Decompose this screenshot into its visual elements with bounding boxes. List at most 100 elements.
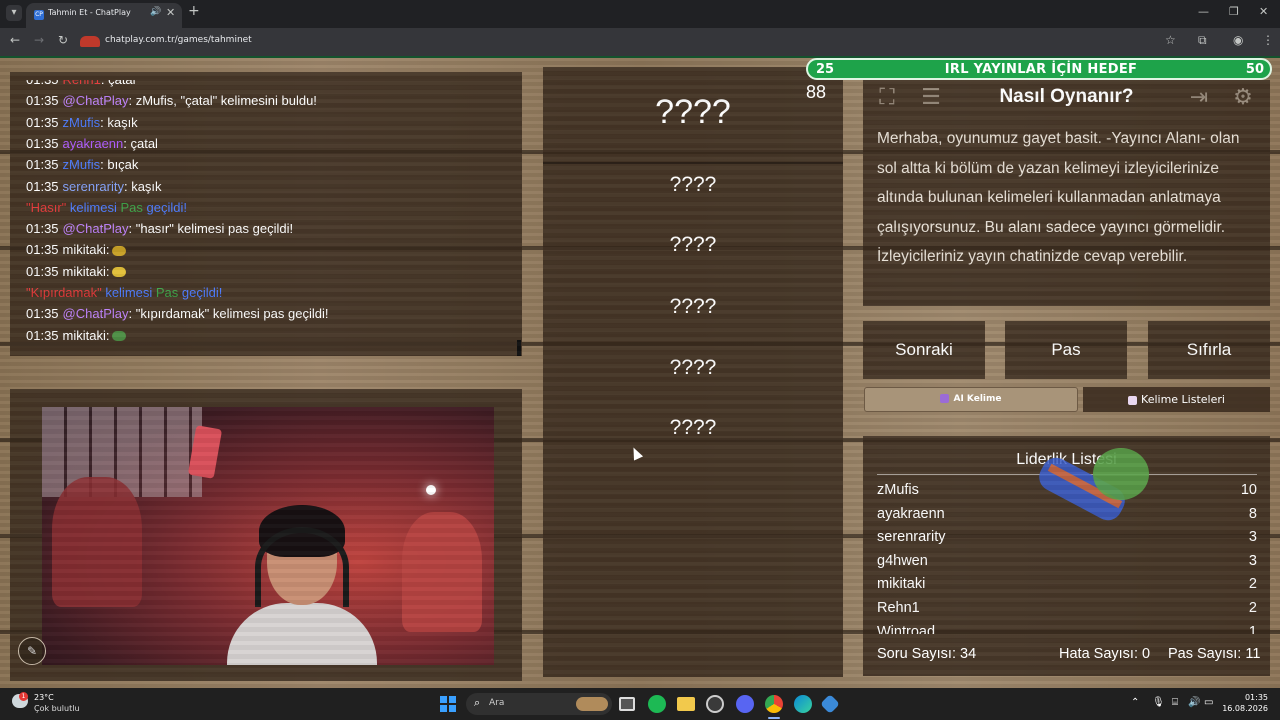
pass-count: Pas Sayısı: 11 [1168,646,1261,662]
chat-text: : "hasır" kelimesi pas geçildi! [128,221,294,237]
network-icon[interactable]: ⌸ [1172,697,1178,708]
chat-message: 01:35 @ChatPlay: "kıpırdamak" kelimesi pa… [26,306,328,327]
chrome-icon[interactable] [765,695,783,713]
chat-username[interactable]: zMufis [63,115,101,130]
game-stats: Soru Sayısı: 34 Hata Sayısı: 0 Pas Sayıs… [877,646,1261,666]
system-word: "Kıpırdamak" [26,285,102,300]
leaderboard-score: 2 [1248,600,1257,616]
browser-tab[interactable]: CP Tahmin Et - ChatPlay 🔊 ✕ [26,3,182,28]
chat-username[interactable]: @ChatPlay [63,306,129,321]
chat-text: : [105,327,110,343]
back-icon[interactable]: ← [10,33,20,47]
app-icon[interactable] [820,694,840,714]
new-tab-icon[interactable]: + [188,3,200,19]
chat-username[interactable]: @ChatPlay [63,221,129,236]
weather-desc[interactable]: Çok bulutlu [34,704,80,713]
minimize-icon[interactable]: — [1198,5,1209,18]
bookmark-star-icon[interactable]: ☆ [1165,33,1176,47]
ai-icon [940,394,950,403]
tab-ai-word[interactable]: AI Kelime [864,387,1078,412]
webcam-feed [42,407,494,665]
reload-icon[interactable]: ↻ [58,33,68,47]
chat-text: : "kıpırdamak" kelimesi pas geçildi! [128,306,329,322]
tab-word-lists-label: Kelime Listeleri [1141,393,1225,406]
leaderboard-name: zMufis [877,482,919,498]
chat-emote-icon [111,267,126,278]
chat-username[interactable]: mikitaki [63,328,106,343]
goal-target: 50 [1245,62,1264,77]
search-highlight-image[interactable] [576,697,608,711]
weather-temp[interactable]: 23°C [34,693,54,702]
spotify-icon[interactable] [648,695,666,713]
microphone-icon[interactable]: 🎙 [1152,697,1165,708]
tab-search-menu-icon[interactable]: ▾ [6,5,22,21]
tray-chevron-icon[interactable]: ⌃ [1131,697,1139,708]
battery-icon[interactable]: ▭ [1204,697,1213,708]
chat-text: : çatal [101,80,136,87]
task-view-icon[interactable] [619,697,635,711]
chat-scrollbar[interactable] [517,340,521,356]
chat-text: : zMufis, "çatal" kelimesini buldu! [128,93,317,109]
extensions-icon[interactable]: ⧉ [1198,33,1207,48]
taskbar-date[interactable]: 16.08.2026 [1222,704,1268,713]
file-explorer-icon[interactable] [677,697,695,711]
chat-emote-icon [111,245,126,256]
tab-word-lists[interactable]: Kelime Listeleri [1083,387,1270,412]
taskbar-time[interactable]: 01:35 [1238,693,1268,702]
profile-icon[interactable]: ◉ [1233,33,1243,47]
taboo-word: ???? [669,295,717,318]
chat-text: : [105,242,110,258]
goal-title: IRL YAYINLAR İÇİN HEDEF [944,62,1138,77]
chat-username[interactable]: mikitaki [63,242,106,257]
leaderboard-score: 10 [1240,482,1257,498]
settings-gear-icon[interactable]: ⚙ [1229,84,1257,112]
chat-message: 01:35 @ChatPlay: "hasır" kelimesi pas geç… [26,221,293,242]
github-icon[interactable] [706,695,724,713]
main-word: ???? [655,93,731,131]
speaker-icon[interactable]: 🔊 [150,7,161,17]
windows-start-icon[interactable] [440,696,456,712]
exit-icon[interactable]: ⇥ [1185,84,1213,112]
chat-username[interactable]: @ChatPlay [63,93,129,108]
next-button[interactable]: Sonraki [863,321,985,379]
leaderboard-row: mikitaki 2 [877,576,1257,600]
pepe-emote-icon [1034,442,1155,542]
taskbar-search[interactable]: ⌕ Ara [466,693,612,715]
taboo-word: ???? [669,173,717,196]
browser-navbar: ← → ↻ chatplay.com.tr/games/tahminet ☆ ⧉… [0,28,1280,56]
browser-tabbar: ▾ CP Tahmin Et - ChatPlay 🔊 ✕ + — ❐ ✕ [0,0,1280,28]
chat-username[interactable]: Rehn1 [63,80,101,87]
leaderboard-name: g4hwen [877,552,928,569]
edge-icon[interactable] [794,695,812,713]
restore-icon[interactable]: ❐ [1229,5,1239,18]
address-bar[interactable]: chatplay.com.tr/games/tahminet [76,31,1186,53]
chat-text: : [105,263,110,279]
edit-pencil-icon[interactable]: ✎ [18,637,46,665]
menu-dots-icon[interactable]: ⋮ [1262,33,1274,47]
site-info-icon[interactable] [80,36,100,47]
close-tab-icon[interactable]: ✕ [166,6,175,19]
chat-username[interactable]: ayakraenn [63,136,124,151]
chat-time: 01:35 [26,157,59,173]
weather-badge: 1 [19,692,28,701]
how-to-play-panel: ⛶ ☰ Nasıl Oynanır? ⇥ ⚙ Merhaba, oyunumuz… [863,80,1270,306]
taskbar-search-placeholder: Ara [489,698,505,708]
chat-message: 01:35 serenrarity: kaşık [26,179,162,200]
pass-button[interactable]: Pas [1005,321,1127,379]
leaderboard-row: Wintroad 1 [877,624,1257,634]
chat-username[interactable]: zMufis [63,157,101,172]
chat-time: 01:35 [26,135,59,151]
system-end: geçildi! [142,199,187,215]
chat-messages[interactable]: 01:35Rehn1: çatal01:35@ChatPlay: zMufis,… [26,80,516,350]
chat-username[interactable]: serenrarity [63,179,124,194]
taboo-word: ???? [669,233,717,256]
chat-message: 01:35 mikitaki: [26,328,126,349]
chat-text: : kaşık [123,178,162,194]
chat-username[interactable]: mikitaki [63,264,106,279]
reset-button[interactable]: Sıfırla [1148,321,1270,379]
volume-icon[interactable]: 🔊 [1188,697,1200,708]
leaderboard-name: serenrarity [877,529,946,546]
forward-icon[interactable]: → [34,33,44,47]
discord-icon[interactable] [736,695,754,713]
window-close-icon[interactable]: ✕ [1259,5,1268,18]
